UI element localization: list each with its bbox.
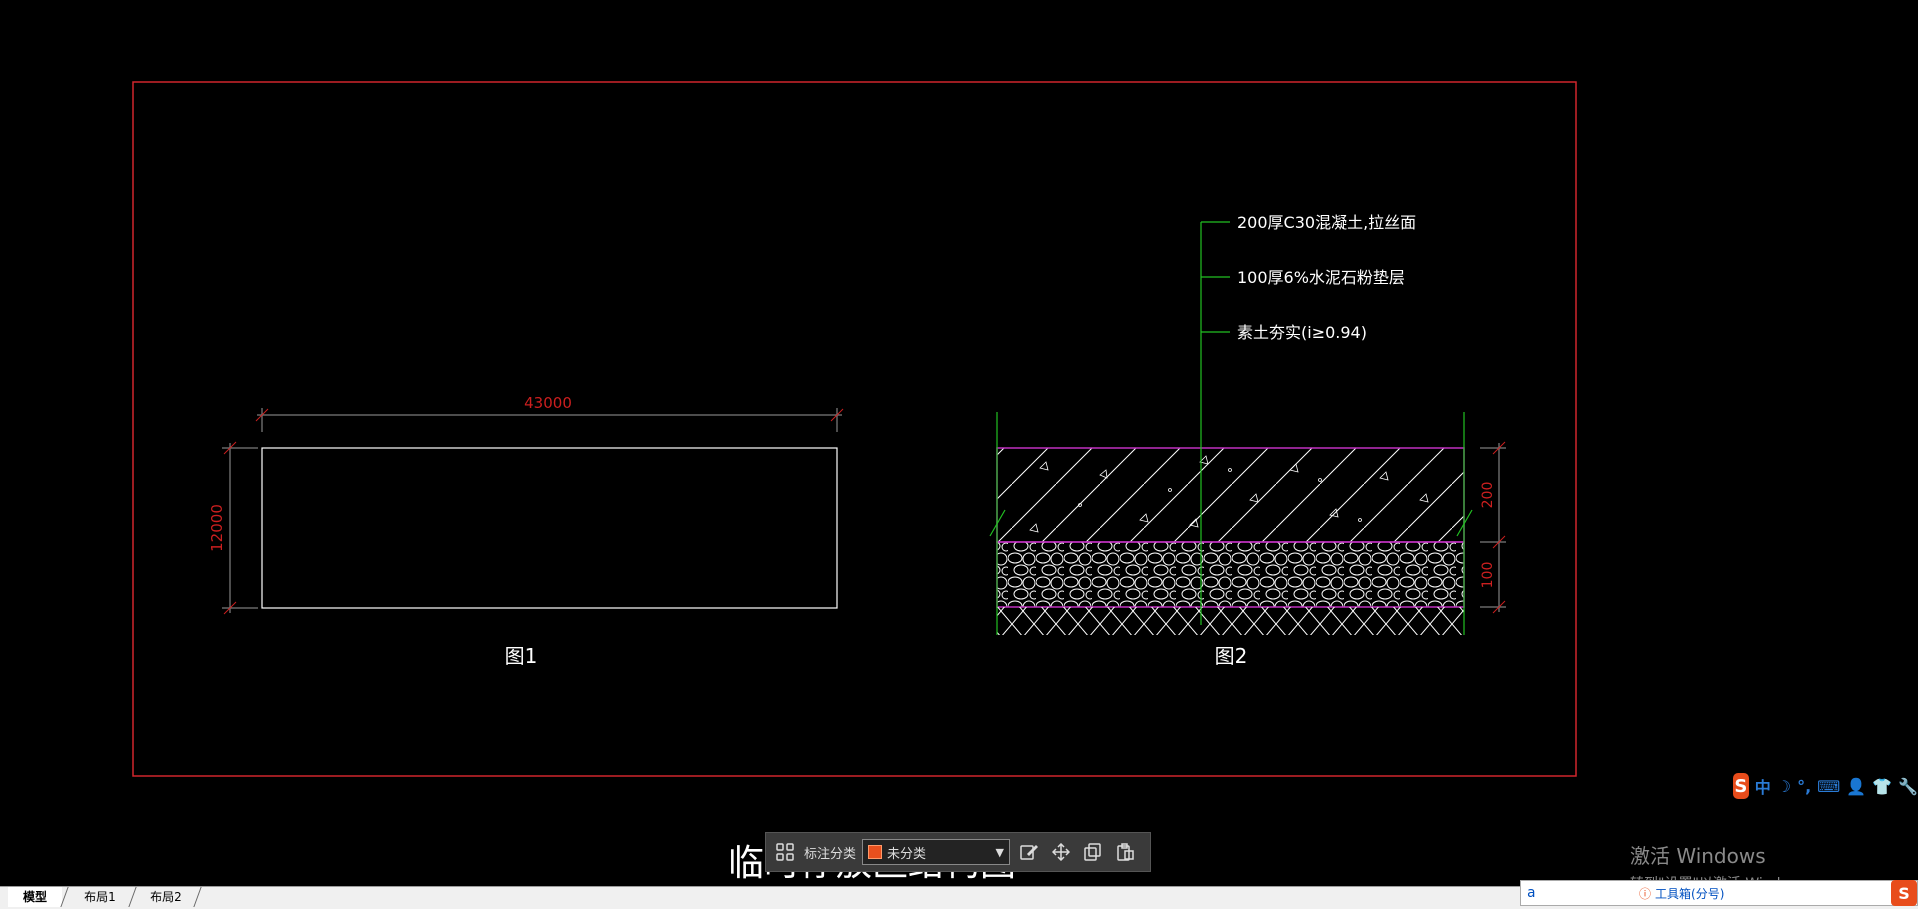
grid-icon[interactable] bbox=[772, 839, 798, 865]
watermark-title: 激活 Windows bbox=[1630, 844, 1766, 868]
concrete-layer[interactable] bbox=[996, 447, 1465, 543]
move-icon[interactable] bbox=[1048, 839, 1074, 865]
info-icon: ⓘ bbox=[1639, 886, 1652, 901]
ime-user-icon[interactable]: 👤 bbox=[1846, 777, 1866, 796]
tab-layout2[interactable]: 布局2 bbox=[136, 887, 196, 907]
copy-icon[interactable] bbox=[1080, 839, 1106, 865]
paste-icon[interactable] bbox=[1112, 839, 1138, 865]
tab-model[interactable]: 模型 bbox=[8, 887, 62, 907]
ime-toolbar: S 中 ☽ °, ⌨ 👤 👕 🔧 bbox=[1733, 772, 1918, 800]
ime-keyboard-icon[interactable]: ⌨ bbox=[1817, 777, 1840, 796]
ime-tools-icon[interactable]: 🔧 bbox=[1898, 777, 1918, 796]
ime-chinese-mode[interactable]: 中 bbox=[1755, 774, 1771, 798]
soil-layer[interactable] bbox=[997, 607, 1464, 635]
tab-layout1[interactable]: 布局1 bbox=[70, 887, 130, 907]
command-input[interactable] bbox=[1521, 884, 1589, 902]
command-line: ⓘ 工具箱(分号) S bbox=[1520, 880, 1918, 906]
fig1-height-label: 12000 bbox=[208, 504, 226, 552]
fig1-caption: 图1 bbox=[505, 644, 538, 668]
sheet-frame bbox=[132, 81, 1577, 777]
fig2-caption: 图2 bbox=[1215, 644, 1248, 668]
dim-100-label: 100 bbox=[1480, 562, 1496, 589]
category-value: 未分类 bbox=[887, 846, 927, 862]
fig1-rectangle[interactable] bbox=[261, 447, 838, 609]
chevron-down-icon: ▼ bbox=[995, 845, 1005, 859]
gravel-layer[interactable] bbox=[996, 541, 1465, 608]
layer2-label: 100厚6%水泥石粉垫层 bbox=[1237, 268, 1405, 287]
figure-2[interactable]: 200厚C30混凝土,拉丝面 100厚6%水泥石粉垫层 素土夯实(i≥0.94)… bbox=[989, 213, 1506, 668]
dim-200-label: 200 bbox=[1480, 482, 1496, 509]
edit-icon[interactable] bbox=[1016, 839, 1042, 865]
command-hint[interactable]: ⓘ 工具箱(分号) bbox=[1639, 885, 1724, 902]
layer3-label: 素土夯实(i≥0.94) bbox=[1237, 323, 1367, 342]
ime-moon-icon[interactable]: ☽ bbox=[1777, 777, 1791, 796]
fig1-height-dimension[interactable] bbox=[222, 441, 258, 615]
figure-1[interactable]: 43000 12000 图1 bbox=[208, 394, 844, 668]
layer1-label: 200厚C30混凝土,拉丝面 bbox=[1237, 213, 1416, 232]
category-label: 标注分类 bbox=[804, 846, 857, 862]
fig1-width-label: 43000 bbox=[524, 394, 572, 412]
sogou-logo-icon[interactable]: S bbox=[1733, 773, 1749, 799]
ime-punctuation-icon[interactable]: °, bbox=[1797, 777, 1811, 796]
cad-drawing-canvas[interactable]: 43000 12000 图1 200厚C30混凝土,拉丝面 100厚6%水泥石粉… bbox=[0, 0, 1918, 908]
sogou-corner-icon[interactable]: S bbox=[1891, 880, 1917, 906]
category-dropdown[interactable]: 未分类 ▼ bbox=[862, 839, 1011, 865]
category-color-swatch bbox=[868, 845, 883, 859]
ime-skin-icon[interactable]: 👕 bbox=[1872, 777, 1892, 796]
annotation-toolbar: 标注分类 未分类 ▼ bbox=[765, 832, 1151, 872]
command-hint-text: 工具箱(分号) bbox=[1655, 886, 1725, 901]
